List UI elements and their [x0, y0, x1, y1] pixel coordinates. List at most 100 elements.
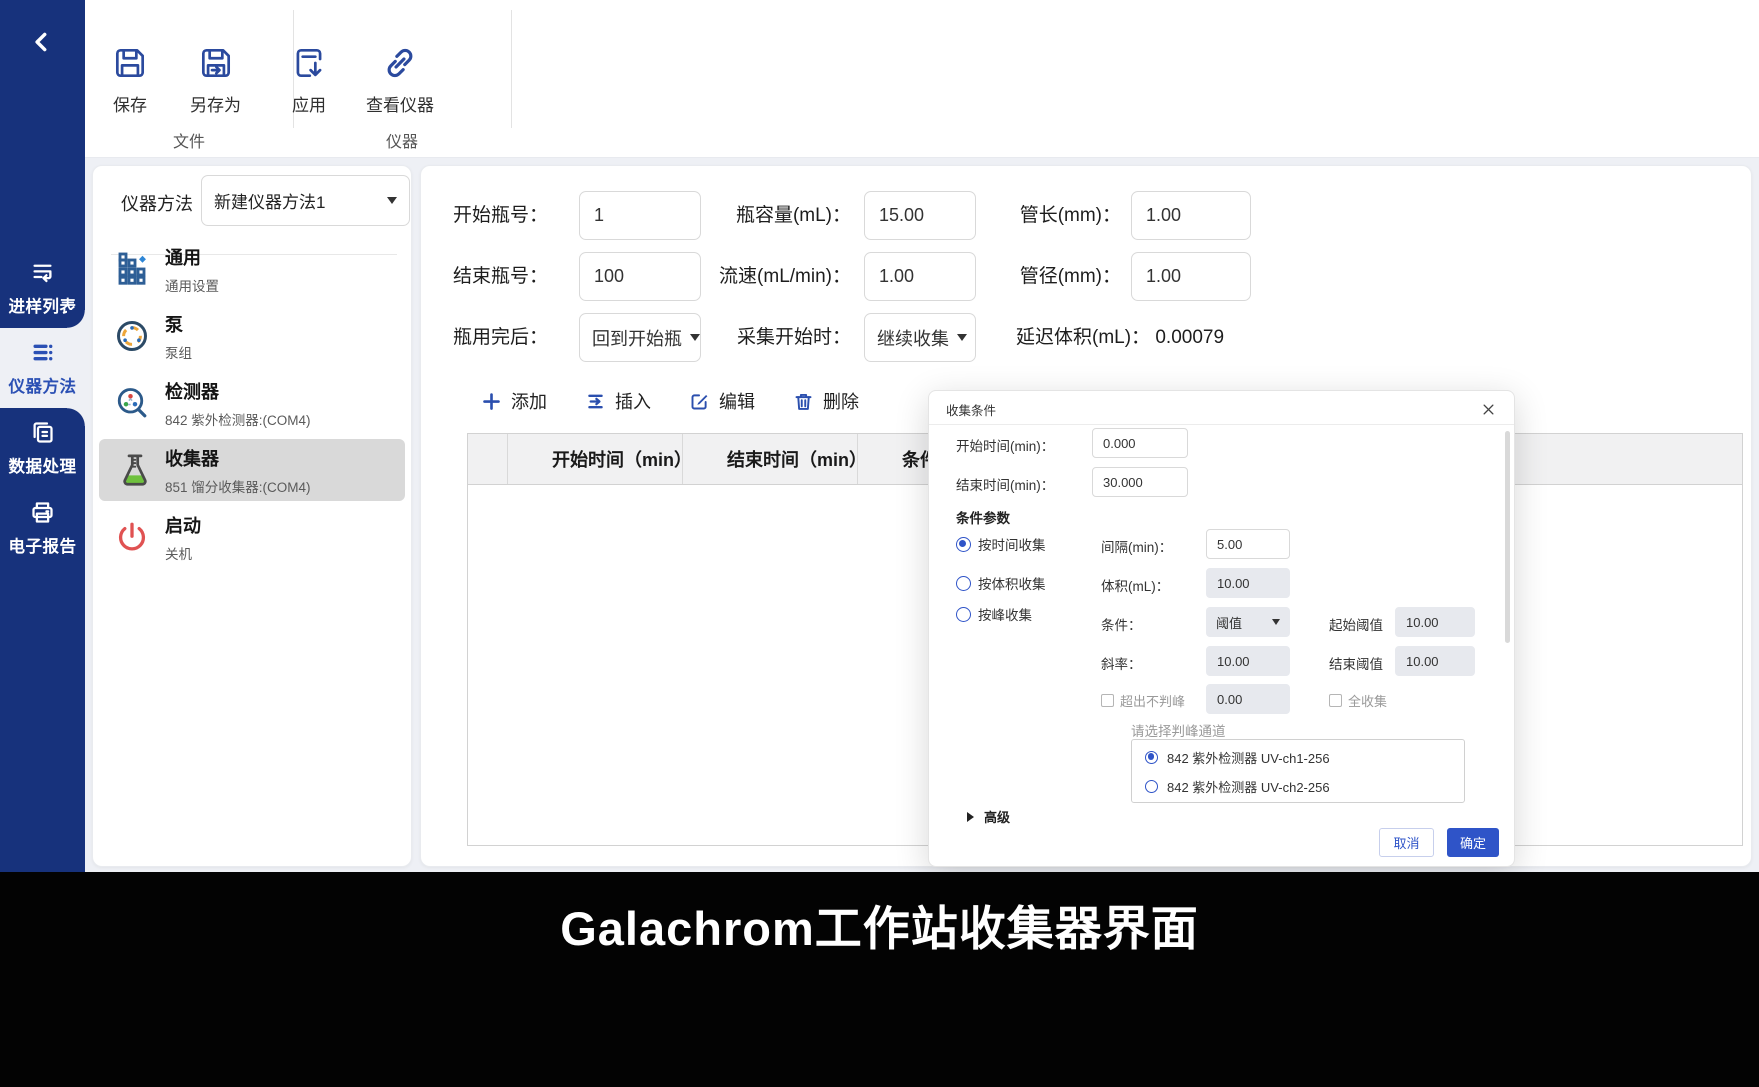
start-time-label: 开始时间(min)： [956, 435, 1054, 455]
channel-option-1[interactable]: 842 紫外检测器 UV-ch1-256 [1132, 745, 1464, 769]
acquisition-start-label: 采集开始时： [701, 313, 851, 362]
interval-input[interactable] [1206, 529, 1290, 559]
device-title: 收集器 [165, 445, 311, 471]
acquisition-start-value: 继续收集 [877, 325, 949, 351]
view-instrument-button-label: 查看仪器 [366, 91, 434, 116]
by-time-radio[interactable]: 按时间收集 [956, 534, 1046, 554]
advanced-label: 高级 [984, 807, 1010, 826]
save-as-icon [197, 44, 235, 82]
collection-condition-dialog: 收集条件 开始时间(min)： 结束时间(min)： 条件参数 按时间收集 间隔… [928, 390, 1515, 867]
device-item-startup[interactable]: 启动 关机 [99, 506, 405, 568]
detector-icon [113, 384, 151, 422]
sidebar-item-e-report[interactable]: 电子报告 [0, 488, 85, 568]
segment-actions: 添加 插入 编辑 删除 [481, 388, 859, 414]
delay-volume-value: 0.00079 [1155, 327, 1224, 348]
edit-button[interactable]: 编辑 [689, 388, 755, 414]
add-button-label: 添加 [511, 388, 547, 414]
device-item-pump[interactable]: 泵 泵组 [99, 305, 405, 367]
collapse-sidebar-button[interactable] [20, 20, 64, 64]
method-select[interactable]: 新建仪器方法1 [201, 175, 410, 226]
end-time-input[interactable] [1092, 467, 1188, 497]
end-threshold-input[interactable] [1395, 646, 1475, 676]
no-peak-checkbox-label: 超出不判峰 [1120, 691, 1185, 710]
device-item-detector[interactable]: 检测器 842 紫外检测器:(COM4) [99, 372, 405, 434]
sidebar: 进样列表 仪器方法 数据处理 电子报告 [0, 0, 85, 872]
start-threshold-label: 起始阈值 [1329, 614, 1383, 634]
view-instrument-button[interactable]: 查看仪器 [366, 44, 434, 116]
sidebar-nav: 进样列表 仪器方法 数据处理 电子报告 [0, 248, 85, 568]
caption-banner: Galachrom工作站收集器界面 [0, 872, 1759, 1087]
delete-button[interactable]: 删除 [793, 388, 859, 414]
dialog-scrollbar[interactable] [1505, 431, 1510, 643]
bottle-exhausted-select[interactable]: 回到开始瓶 [579, 313, 701, 362]
collector-flask-icon [113, 451, 151, 489]
bottle-exhausted-value: 回到开始瓶 [592, 325, 682, 351]
tube-length-input[interactable] [1131, 191, 1251, 240]
checkbox-icon [1101, 694, 1114, 707]
radio-icon [1145, 751, 1158, 764]
toolbar-group-label-file: 文件 [173, 128, 205, 152]
radio-icon [956, 537, 971, 552]
ok-button[interactable]: 确定 [1447, 828, 1499, 857]
bottle-volume-label: 瓶容量(mL)： [701, 191, 851, 240]
channel-option-label: 842 紫外检测器 UV-ch1-256 [1167, 748, 1330, 767]
channel-hint: 请选择判峰通道 [1131, 720, 1226, 740]
radio-icon [956, 607, 971, 622]
instrument-method-icon [29, 339, 56, 366]
condition-select[interactable]: 阈值 [1206, 607, 1290, 637]
volume-input[interactable] [1206, 568, 1290, 598]
device-subtitle: 通用设置 [165, 275, 219, 295]
divider [929, 424, 1514, 425]
channel-option-2[interactable]: 842 紫外检测器 UV-ch2-256 [1132, 774, 1464, 798]
sidebar-item-label: 仪器方法 [9, 373, 77, 397]
caption-title: Galachrom工作站收集器界面 [560, 890, 1199, 1087]
start-time-input[interactable] [1092, 428, 1188, 458]
sidebar-item-instrument-method[interactable]: 仪器方法 [0, 328, 85, 408]
by-volume-radio-label: 按体积收集 [978, 573, 1046, 593]
device-title: 泵 [165, 311, 192, 337]
acquisition-start-select[interactable]: 继续收集 [864, 313, 976, 362]
dialog-title: 收集条件 [946, 400, 996, 419]
delay-volume-field: 延迟体积(mL)： 0.00079 [1016, 313, 1224, 362]
data-processing-icon [29, 419, 56, 446]
condition-select-value: 阈值 [1216, 613, 1264, 632]
no-peak-input[interactable] [1206, 684, 1290, 714]
close-button[interactable] [1478, 399, 1498, 419]
start-bottle-input[interactable] [579, 191, 701, 240]
collect-all-checkbox[interactable]: 全收集 [1329, 691, 1387, 710]
delay-volume-label: 延迟体积(mL)： [1016, 327, 1150, 348]
device-title: 通用 [165, 244, 219, 270]
device-item-general[interactable]: 通用 通用设置 [99, 238, 405, 300]
triangle-right-icon [967, 812, 974, 822]
sidebar-item-data-processing[interactable]: 数据处理 [0, 408, 85, 488]
tube-length-label: 管长(mm)： [981, 191, 1121, 240]
by-peak-radio[interactable]: 按峰收集 [956, 604, 1032, 624]
radio-icon [956, 576, 971, 591]
interval-label: 间隔(min)： [1101, 536, 1172, 556]
cancel-button[interactable]: 取消 [1379, 828, 1434, 857]
chevron-down-icon [387, 197, 397, 204]
start-threshold-input[interactable] [1395, 607, 1475, 637]
apply-button[interactable]: 应用 [290, 44, 328, 116]
add-button[interactable]: 添加 [481, 388, 547, 414]
advanced-expander[interactable]: 高级 [967, 807, 1010, 826]
slope-input[interactable] [1206, 646, 1290, 676]
insert-button[interactable]: 插入 [585, 388, 651, 414]
bottle-volume-input[interactable] [864, 191, 976, 240]
device-subtitle: 842 紫外检测器:(COM4) [165, 409, 311, 429]
save-as-button[interactable]: 另存为 [190, 44, 241, 116]
end-bottle-input[interactable] [579, 252, 701, 301]
delete-button-label: 删除 [823, 388, 859, 414]
save-button[interactable]: 保存 [111, 44, 149, 116]
channel-option-label: 842 紫外检测器 UV-ch2-256 [1167, 777, 1330, 796]
by-volume-radio[interactable]: 按体积收集 [956, 573, 1046, 593]
device-item-collector[interactable]: 收集器 851 馏分收集器:(COM4) [99, 439, 405, 501]
insert-icon [585, 391, 606, 412]
no-peak-checkbox[interactable]: 超出不判峰 [1101, 691, 1185, 710]
plus-icon [481, 391, 502, 412]
flow-rate-input[interactable] [864, 252, 976, 301]
by-peak-radio-label: 按峰收集 [978, 604, 1032, 624]
end-threshold-label: 结束阈值 [1329, 653, 1383, 673]
chevron-down-icon [1272, 619, 1280, 625]
tube-diameter-input[interactable] [1131, 252, 1251, 301]
